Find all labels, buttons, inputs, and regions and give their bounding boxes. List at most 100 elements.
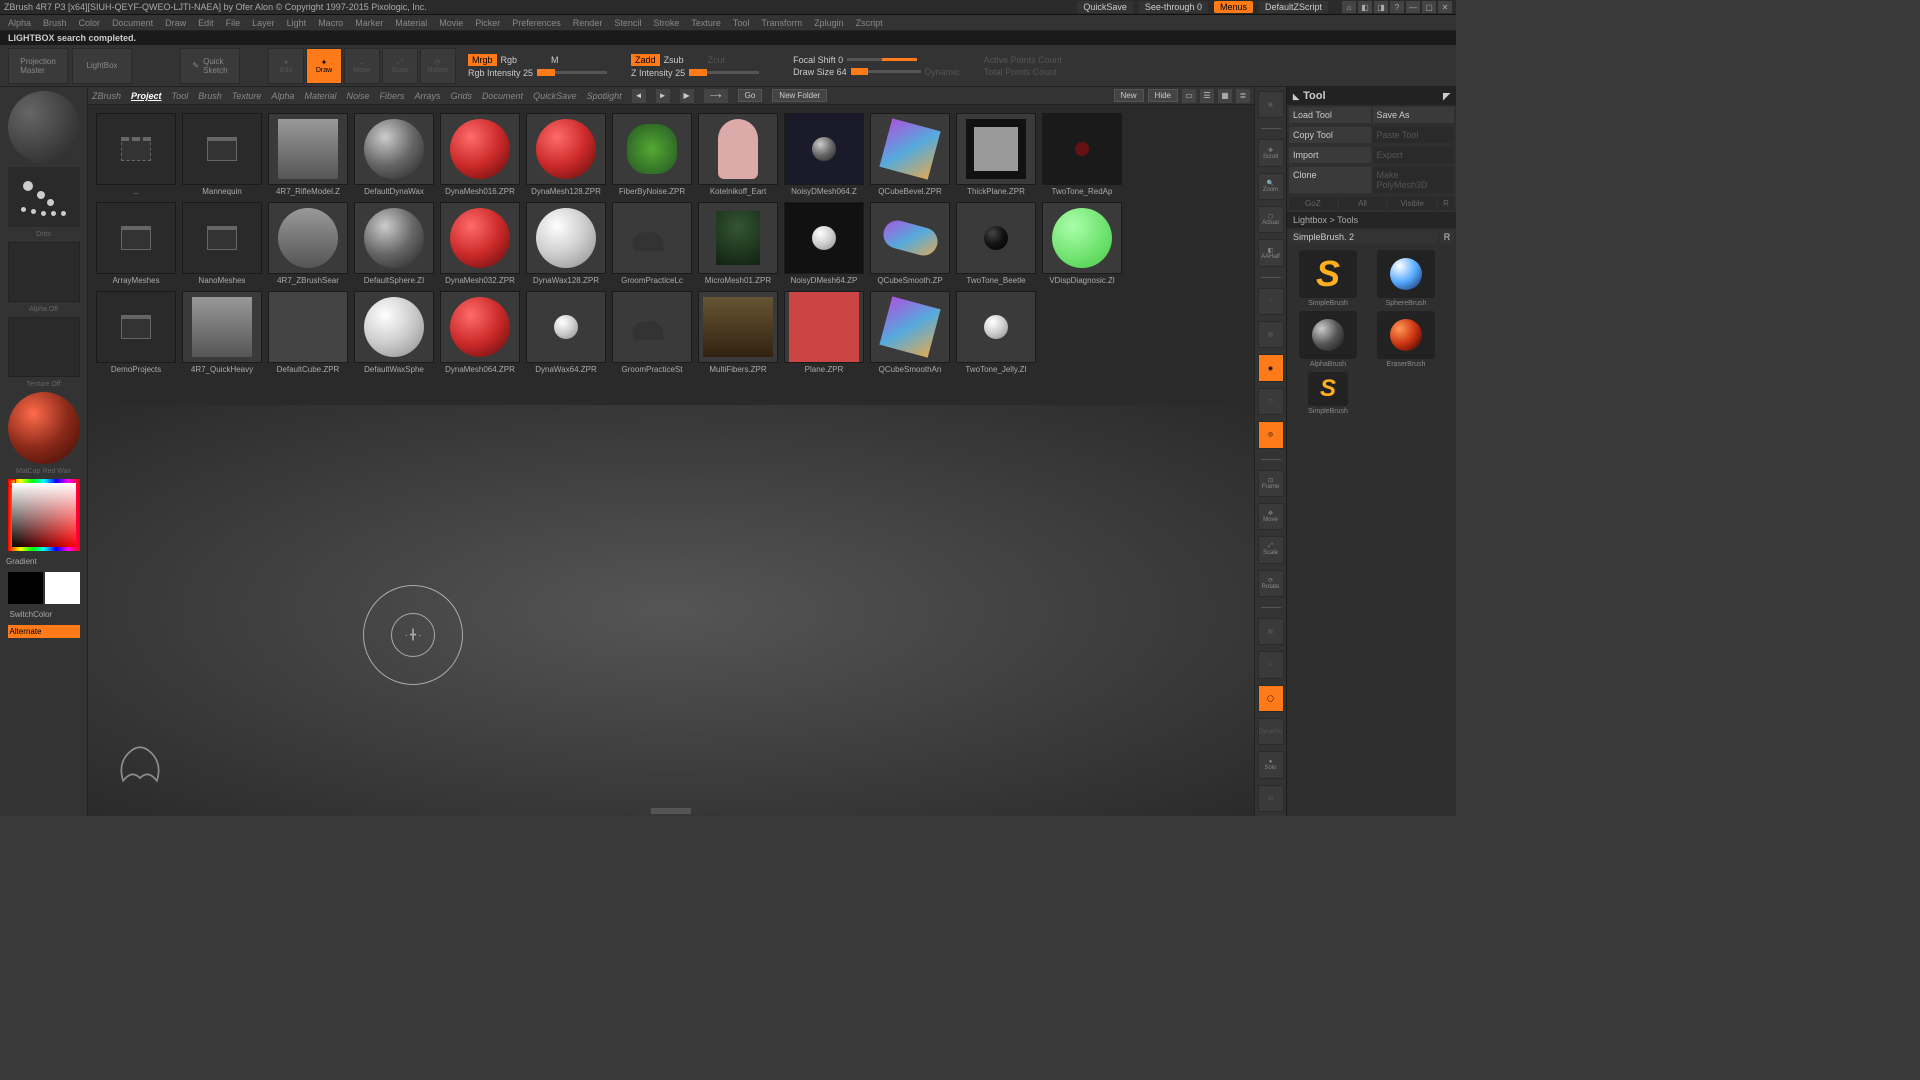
- tab-fibers[interactable]: Fibers: [379, 91, 404, 101]
- list-item[interactable]: 4R7_RifleModel.Z: [268, 113, 348, 196]
- list-item[interactable]: MultiFibers.ZPR: [698, 291, 778, 374]
- close-button[interactable]: ✕: [1438, 1, 1452, 13]
- tab-spotlight[interactable]: Spotlight: [587, 91, 622, 101]
- canvas[interactable]: ·╋·: [88, 405, 1254, 816]
- tab-noise[interactable]: Noise: [346, 91, 369, 101]
- menu-document[interactable]: Document: [112, 18, 153, 28]
- menu-tool[interactable]: Tool: [733, 18, 750, 28]
- search-input[interactable]: ⟶: [704, 89, 728, 103]
- home-icon[interactable]: ⌂: [1342, 1, 1356, 13]
- ghost-button[interactable]: ◯: [1258, 685, 1284, 712]
- goz-button[interactable]: GoZ: [1289, 197, 1337, 210]
- list-item[interactable]: 4R7_ZBrushSear: [268, 202, 348, 285]
- gradient-toggle[interactable]: Gradient: [4, 555, 83, 568]
- menu-marker[interactable]: Marker: [355, 18, 383, 28]
- menu-movie[interactable]: Movie: [439, 18, 463, 28]
- list-item[interactable]: DynaMesh128.ZPR: [526, 113, 606, 196]
- list-item[interactable]: ThickPlane.ZPR: [956, 113, 1036, 196]
- list-item[interactable]: NoisyDMesh064.Z: [784, 113, 864, 196]
- alpha-slot[interactable]: [8, 242, 80, 302]
- mrgb-button[interactable]: Mrgb: [468, 54, 497, 66]
- draw-size-bar[interactable]: [851, 70, 921, 73]
- bpr-button[interactable]: ▣: [1258, 91, 1284, 118]
- list-item[interactable]: MicroMesh01.ZPR: [698, 202, 778, 285]
- tab-brush[interactable]: Brush: [198, 91, 222, 101]
- m-button[interactable]: M: [551, 55, 559, 65]
- list-item[interactable]: TwoTone_RedAp: [1042, 113, 1122, 196]
- import-button[interactable]: Import: [1289, 147, 1371, 163]
- texture-slot[interactable]: [8, 317, 80, 377]
- list-item[interactable]: QCubeSmooth.ZP: [870, 202, 950, 285]
- list-item[interactable]: ArrayMeshes: [96, 202, 176, 285]
- menu-color[interactable]: Color: [79, 18, 101, 28]
- dynamic-button[interactable]: Dynamic: [1258, 718, 1284, 745]
- zadd-button[interactable]: Zadd: [631, 54, 660, 66]
- export-button[interactable]: Export: [1373, 147, 1455, 163]
- rgb-intensity-slider[interactable]: Rgb Intensity 25: [468, 68, 533, 78]
- list-item[interactable]: DynaWax64.ZPR: [526, 291, 606, 374]
- tab-alpha[interactable]: Alpha: [271, 91, 294, 101]
- maximize-button[interactable]: ▢: [1422, 1, 1436, 13]
- tab-project[interactable]: Project: [131, 91, 162, 101]
- menu-stencil[interactable]: Stencil: [614, 18, 641, 28]
- list-item[interactable]: GroomPracticeSt: [612, 291, 692, 374]
- rgb-button[interactable]: Rgb: [501, 55, 518, 65]
- edit-button[interactable]: ✦Edit: [268, 48, 304, 84]
- menu-render[interactable]: Render: [573, 18, 603, 28]
- tool-simplebrush[interactable]: S SimpleBrush: [1291, 250, 1365, 307]
- menu-preferences[interactable]: Preferences: [512, 18, 561, 28]
- canvas-resize-handle[interactable]: [651, 808, 691, 814]
- focal-shift-slider[interactable]: Focal Shift 0: [793, 55, 843, 65]
- scale-tool-button[interactable]: ⤢Scale: [1258, 536, 1284, 563]
- tool-alphabrush[interactable]: AlphaBrush: [1291, 311, 1365, 368]
- move-button[interactable]: ↔Move: [344, 48, 380, 84]
- floor-button[interactable]: ▦: [1258, 321, 1284, 348]
- make-polymesh-button[interactable]: Make PolyMesh3D: [1373, 167, 1455, 193]
- projection-master-button[interactable]: Projection Master: [8, 48, 68, 84]
- tab-document[interactable]: Document: [482, 91, 523, 101]
- focal-shift-bar[interactable]: [847, 58, 917, 61]
- list-item[interactable]: DynaMesh016.ZPR: [440, 113, 520, 196]
- menu-picker[interactable]: Picker: [475, 18, 500, 28]
- zoom-button[interactable]: 🔍Zoom: [1258, 173, 1284, 200]
- list-item[interactable]: DynaMesh032.ZPR: [440, 202, 520, 285]
- list-item[interactable]: DefaultDynaWax: [354, 113, 434, 196]
- menu-stroke[interactable]: Stroke: [653, 18, 679, 28]
- save-as-button[interactable]: Save As: [1373, 107, 1455, 123]
- list-item[interactable]: Plane.ZPR: [784, 291, 864, 374]
- goz-r-button[interactable]: R: [1438, 197, 1454, 210]
- load-tool-button[interactable]: Load Tool: [1289, 107, 1371, 123]
- nav-play-icon[interactable]: ▶: [680, 89, 694, 103]
- tab-material[interactable]: Material: [304, 91, 336, 101]
- rotate-button[interactable]: ⟳Rotate: [420, 48, 456, 84]
- list-item[interactable]: TwoTone_Jelly.ZI: [956, 291, 1036, 374]
- new-folder-button[interactable]: New Folder: [772, 89, 827, 102]
- localsym-button[interactable]: ⊙: [1258, 388, 1284, 415]
- menu-zscript[interactable]: Zscript: [856, 18, 883, 28]
- list-item[interactable]: TwoTone_Beetle: [956, 202, 1036, 285]
- menu-brush[interactable]: Brush: [43, 18, 67, 28]
- menu-file[interactable]: File: [226, 18, 241, 28]
- primary-color-swatch[interactable]: [45, 572, 80, 604]
- list-item[interactable]: GroomPracticeLc: [612, 202, 692, 285]
- zcut-button[interactable]: Zcut: [708, 55, 726, 65]
- list-item[interactable]: DefaultWaxSphe: [354, 291, 434, 374]
- menu-zplugin[interactable]: Zplugin: [814, 18, 844, 28]
- tab-zbrush[interactable]: ZBrush: [92, 91, 121, 101]
- seethrough-slider[interactable]: See-through 0: [1139, 1, 1208, 13]
- goz-all-button[interactable]: All: [1339, 197, 1387, 210]
- menu-edit[interactable]: Edit: [198, 18, 214, 28]
- list-item[interactable]: ..: [96, 113, 176, 196]
- dock-left-icon[interactable]: ◧: [1358, 1, 1372, 13]
- tab-arrays[interactable]: Arrays: [415, 91, 441, 101]
- transp-button[interactable]: ◐: [1258, 651, 1284, 678]
- xpose-button[interactable]: ⊞: [1258, 785, 1284, 812]
- rotate-tool-button[interactable]: ⟳Rotate: [1258, 570, 1284, 597]
- tool-spherebrush[interactable]: SphereBrush: [1369, 250, 1443, 307]
- stroke-preview[interactable]: [8, 167, 80, 227]
- goz-visible-button[interactable]: Visible: [1388, 197, 1436, 210]
- list-item[interactable]: DefaultCube.ZPR: [268, 291, 348, 374]
- help-icon[interactable]: ?: [1390, 1, 1404, 13]
- menus-toggle[interactable]: Menus: [1214, 1, 1253, 13]
- list-item[interactable]: QCubeBevel.ZPR: [870, 113, 950, 196]
